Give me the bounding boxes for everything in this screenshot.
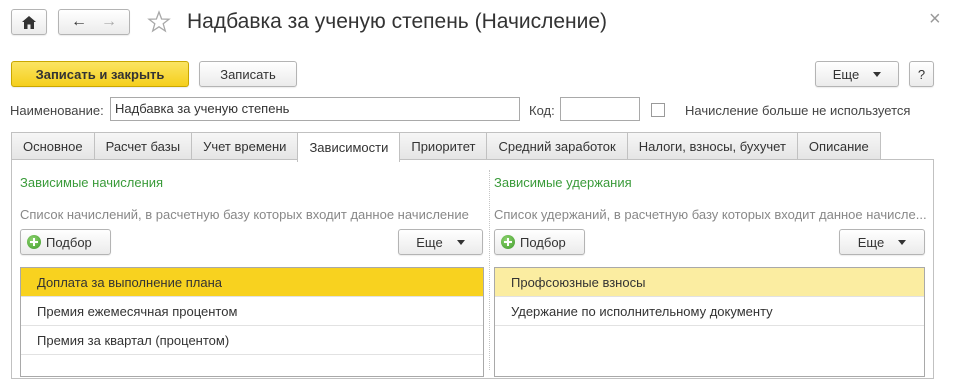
list-item[interactable]: Удержание по исполнительному документу [495,297,924,326]
save-button[interactable]: Записать [199,61,297,87]
deductions-more-label: Еще [857,234,885,250]
forward-icon[interactable]: → [101,14,117,30]
favorite-star-icon[interactable] [147,10,173,36]
deductions-pick-label: Подбор [520,234,566,250]
tab-average-earnings[interactable]: Средний заработок [486,132,628,160]
unused-label: Начисление больше не используется [685,103,911,118]
name-field[interactable]: Надбавка за ученую степень [110,97,520,121]
deductions-list[interactable]: Профсоюзные взносы Удержание по исполнит… [494,267,925,377]
tab-main[interactable]: Основное [11,132,95,160]
home-button[interactable] [11,9,47,35]
code-label: Код: [529,103,555,118]
back-forward-group: ← → [58,9,130,35]
accruals-pick-label: Подбор [46,234,92,250]
accruals-more-button[interactable]: Еще [398,229,483,255]
tab-base-calc[interactable]: Расчет базы [93,132,193,160]
code-field[interactable] [560,97,640,121]
add-icon [27,235,41,249]
back-icon[interactable]: ← [71,14,87,30]
deductions-more-button[interactable]: Еще [839,229,925,255]
tab-priority[interactable]: Приоритет [399,132,488,160]
accruals-list[interactable]: Доплата за выполнение плана Премия ежеме… [20,267,484,377]
list-item[interactable]: Премия ежемесячная процентом [21,297,483,326]
window-title: Надбавка за ученую степень (Начисление) [187,10,608,33]
close-icon[interactable]: × [929,9,941,29]
chevron-down-icon [873,71,882,77]
list-item[interactable]: Профсоюзные взносы [495,268,924,297]
list-item[interactable]: Премия за квартал (процентом) [21,326,483,355]
tab-taxes[interactable]: Налоги, взносы, бухучет [626,132,798,160]
deductions-pick-button[interactable]: Подбор [494,229,585,255]
accruals-title: Зависимые начисления [20,175,164,190]
accruals-pick-button[interactable]: Подбор [20,229,111,255]
deductions-title: Зависимые удержания [494,175,632,190]
unused-checkbox[interactable] [651,103,665,117]
accruals-hint: Список начислений, в расчетную базу кото… [20,207,469,222]
column-divider [489,170,490,370]
tab-bar: Основное Расчет базы Учет времени Зависи… [11,132,881,162]
tab-time-accounting[interactable]: Учет времени [191,132,299,160]
more-label: Еще [832,66,860,82]
more-button[interactable]: Еще [815,61,899,87]
tab-dependencies[interactable]: Зависимости [297,132,401,162]
accruals-more-label: Еще [416,234,443,250]
deductions-hint: Список удержаний, в расчетную базу котор… [494,207,927,222]
chevron-down-icon [456,239,465,245]
tab-description[interactable]: Описание [796,132,881,160]
help-button[interactable]: ? [909,61,934,87]
save-and-close-button[interactable]: Записать и закрыть [11,61,189,87]
home-icon [22,15,36,29]
name-label: Наименование: [10,103,104,118]
list-item[interactable]: Доплата за выполнение плана [21,268,483,297]
add-icon [501,235,515,249]
chevron-down-icon [898,239,907,245]
